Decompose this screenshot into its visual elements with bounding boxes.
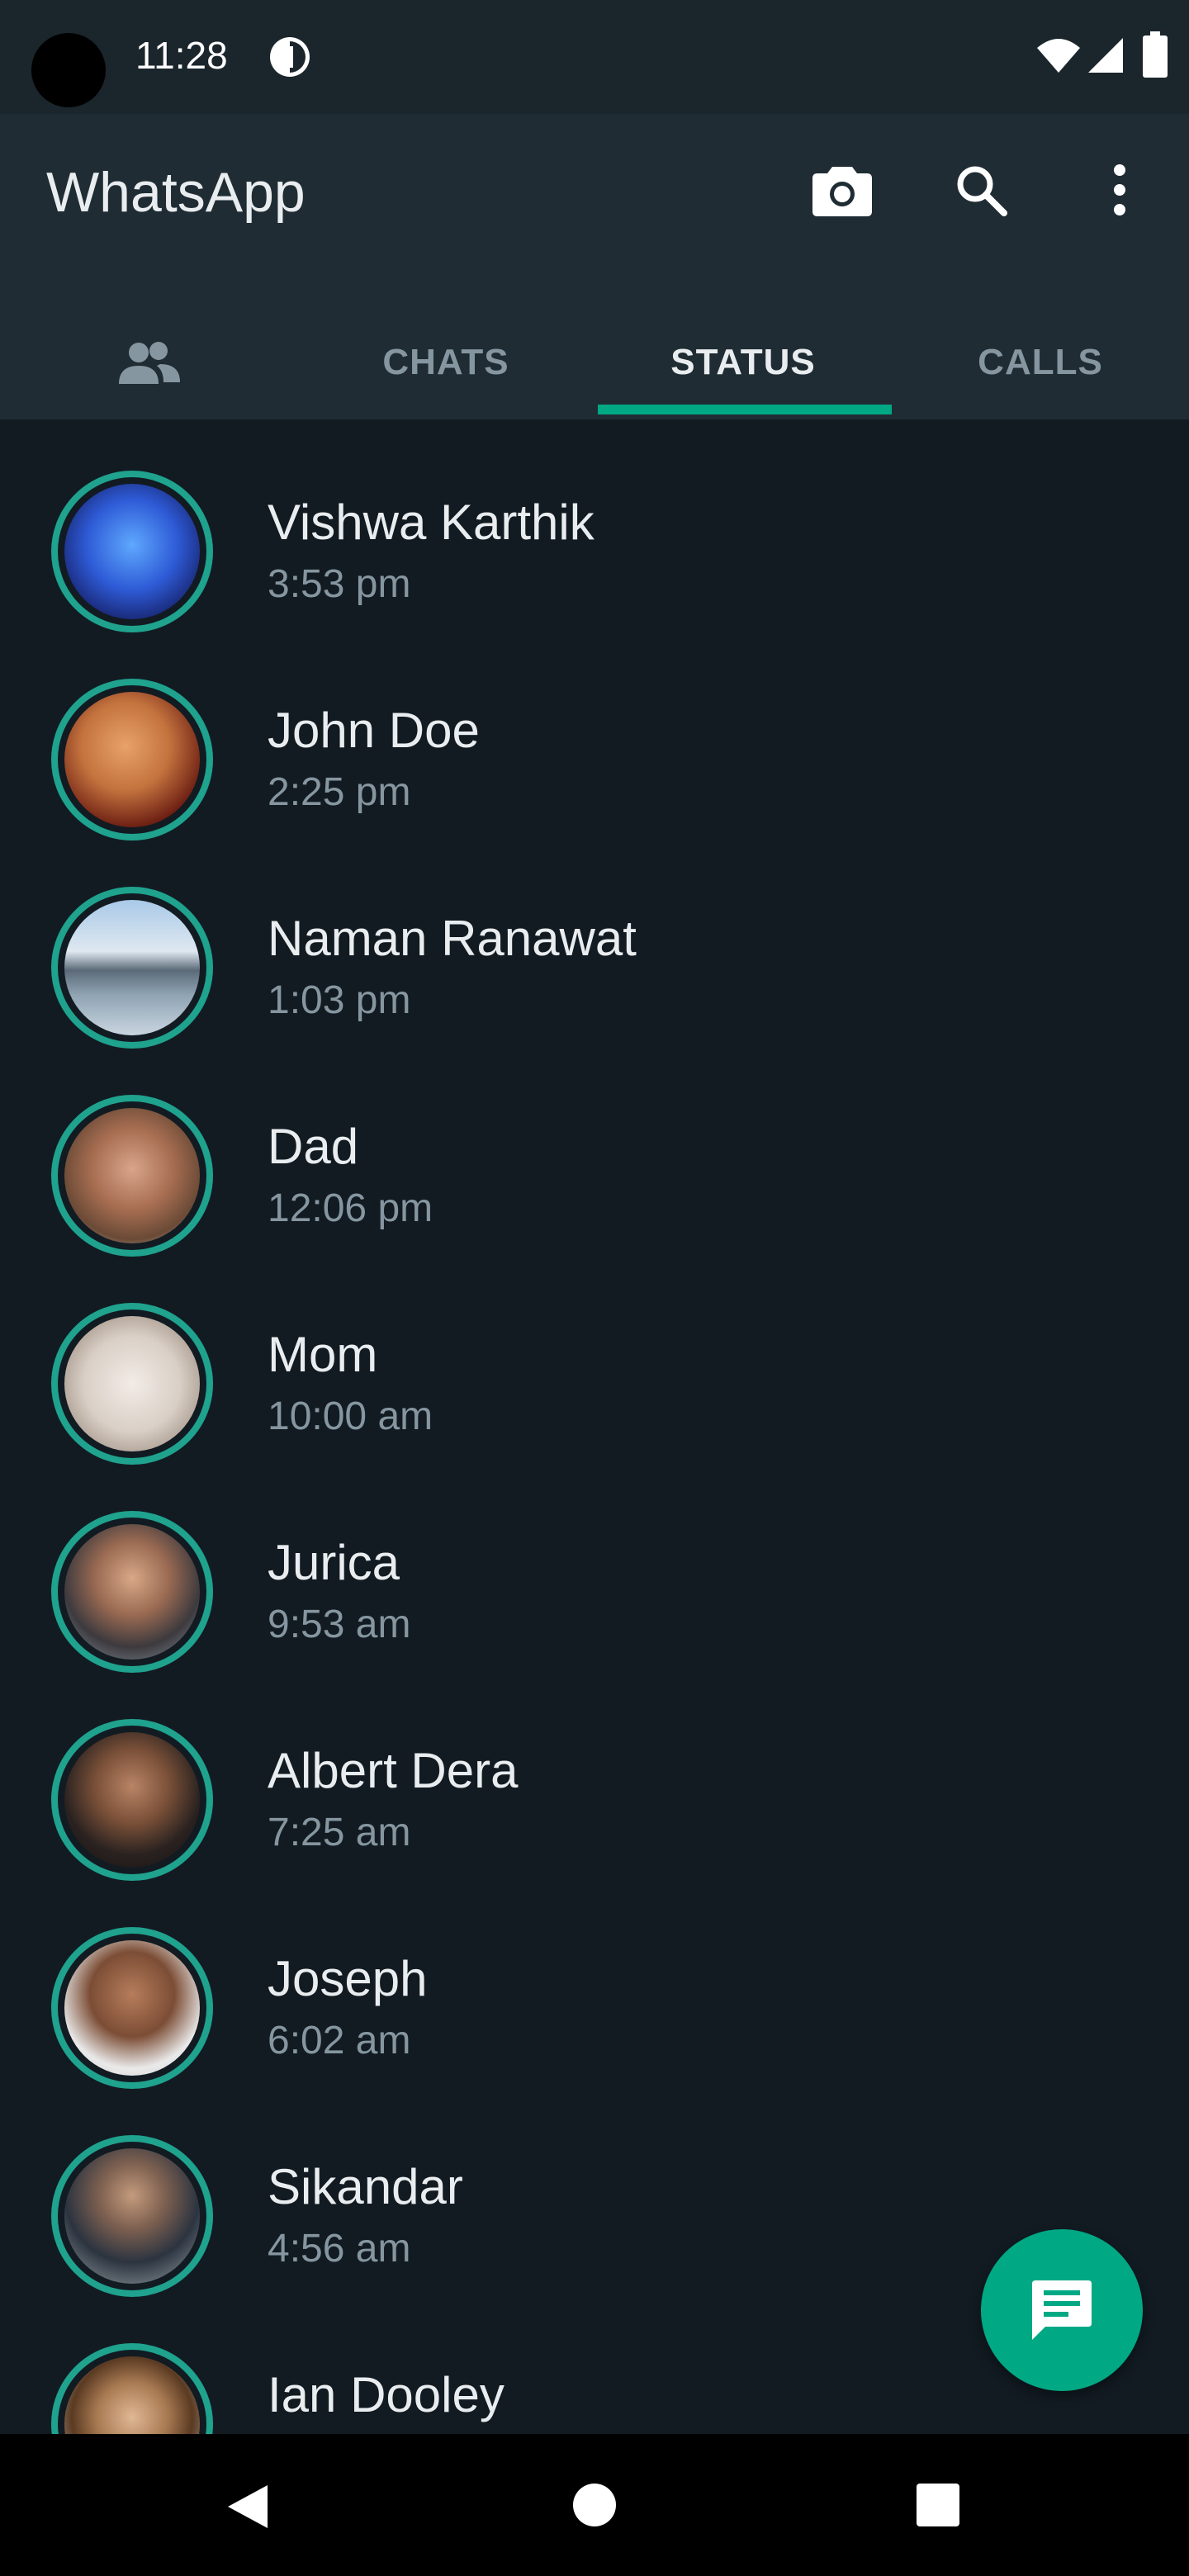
system-status-bar: 11:28 [0,0,1189,114]
avatar[interactable] [51,471,213,632]
status-time: 2:25 pm [268,770,411,814]
status-item-mom[interactable]: Mom 10:00 am [0,1252,1189,1465]
battery-icon [1143,31,1168,78]
status-item-joseph[interactable]: Joseph 6:02 am [0,1876,1189,2089]
app-title: WhatsApp [46,161,306,224]
avatar[interactable] [51,2343,213,2434]
app-notification-icon [270,37,310,77]
contact-name: John Doe [268,703,480,758]
wifi-icon [1037,39,1080,73]
contact-name: Jurica [268,1535,400,1590]
community-icon [119,342,180,384]
status-item-naman-ranawat[interactable]: Naman Ranawat 1:03 pm [0,836,1189,1049]
status-bar-time: 11:28 [135,34,228,77]
contact-name: Joseph [268,1951,428,2006]
status-item-john-doe[interactable]: John Doe 2:25 pm [0,627,1189,841]
more-vert-icon [1114,164,1125,215]
status-item-vishwa-karthik[interactable]: Vishwa Karthik 3:53 pm [0,419,1189,632]
contact-name: Mom [268,1327,378,1382]
search-icon [957,166,1007,216]
cell-signal-icon [1088,38,1123,73]
tab-chats[interactable]: CHATS [297,305,594,419]
status-item-jurica[interactable]: Jurica 9:53 am [0,1460,1189,1673]
camera-button[interactable] [809,157,875,223]
active-tab-indicator [598,405,892,414]
status-time: 10:00 am [268,1395,433,1438]
avatar[interactable] [51,679,213,841]
contact-name: Naman Ranawat [268,911,637,966]
search-button[interactable] [948,157,1014,223]
contact-name: Vishwa Karthik [268,495,594,550]
status-time: 1:03 pm [268,978,411,1022]
contact-name: Sikandar [268,2159,463,2214]
camera-icon [812,167,872,216]
avatar[interactable] [51,2135,213,2297]
status-time: 7:25 am [268,1811,411,1854]
avatar[interactable] [51,887,213,1049]
avatar[interactable] [51,1719,213,1881]
status-time: 4:56 am [268,2227,411,2271]
avatar[interactable] [51,1095,213,1257]
status-time: 3:53 pm [268,562,411,606]
app-toolbar: WhatsApp CHATS STATUS CALLS [0,114,1189,419]
new-chat-fab[interactable] [981,2229,1143,2391]
status-list: Vishwa Karthik 3:53 pm John Doe 2:25 pm … [0,419,1189,2434]
status-time: 9:53 am [268,1603,411,1646]
front-camera-cutout [31,33,106,107]
status-time: 12:06 pm [268,1186,433,1230]
tab-community[interactable] [0,305,297,419]
avatar[interactable] [51,1303,213,1465]
tab-calls[interactable]: CALLS [892,305,1189,419]
back-icon[interactable] [225,2482,271,2531]
status-item-albert-dera[interactable]: Albert Dera 7:25 am [0,1668,1189,1881]
status-time: 6:02 am [268,2019,411,2062]
avatar[interactable] [51,1927,213,2089]
contact-name: Albert Dera [268,1743,519,1798]
recents-button[interactable] [917,2484,959,2526]
status-item-dad[interactable]: Dad 12:06 pm [0,1044,1189,1257]
avatar[interactable] [51,1511,213,1673]
contact-name: Ian Dooley [268,2367,504,2422]
tab-bar: CHATS STATUS CALLS [0,305,1189,419]
message-icon [1032,2280,1092,2340]
tab-status[interactable]: STATUS [594,305,892,419]
overflow-menu-button[interactable] [1088,157,1151,223]
contact-name: Dad [268,1119,359,1174]
home-button[interactable] [573,2484,616,2526]
system-navigation-bar [0,2434,1189,2576]
